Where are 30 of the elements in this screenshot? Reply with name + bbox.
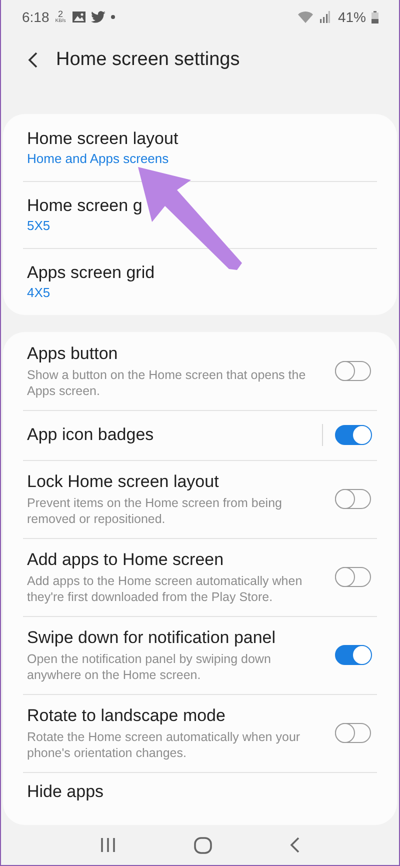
settings-row[interactable]: Swipe down for notification panel Open the notification panel by swiping down anywhere on the Home screen. xyxy=(3,616,397,694)
battery-icon xyxy=(371,10,379,24)
settings-row[interactable]: App icon badges xyxy=(3,410,397,460)
toggle-switch[interactable] xyxy=(335,645,371,665)
settings-row[interactable]: Apps button Show a button on the Home screen that opens the Apps screen. xyxy=(3,332,397,410)
settings-row[interactable]: Add apps to Home screen Add apps to the Home screen automatically when they're first downloaded from the Play Store. xyxy=(3,538,397,616)
back-icon[interactable] xyxy=(28,52,38,68)
settings-row[interactable]: Hide apps xyxy=(3,772,397,812)
bird-icon xyxy=(90,11,106,23)
back-icon[interactable] xyxy=(290,837,300,853)
recent-apps-icon[interactable] xyxy=(100,838,116,852)
toggle-switch[interactable] xyxy=(335,489,371,509)
settings-row[interactable]: Lock Home screen layout Prevent items on the Home screen from being removed or repositioned. xyxy=(3,460,397,538)
settings-row[interactable]: Home screen layout Home and Apps screens xyxy=(3,114,397,181)
settings-row[interactable]: Apps screen grid 4X5 xyxy=(3,248,397,315)
settings-row[interactable]: Rotate to landscape mode Rotate the Home screen automatically when your phone's orientation changes. xyxy=(3,694,397,772)
battery-percent: 41% xyxy=(338,9,366,25)
toggle-switch[interactable] xyxy=(335,567,371,587)
settings-row[interactable]: Home screen g 5X5 xyxy=(3,181,397,248)
dot-icon xyxy=(110,15,115,19)
image-icon xyxy=(72,11,86,23)
toggle-switch[interactable] xyxy=(335,723,371,743)
status-time: 6:18 xyxy=(22,9,50,25)
home-icon[interactable] xyxy=(194,836,212,854)
data-speed: 2 xyxy=(58,10,64,19)
wifi-icon xyxy=(298,11,314,23)
signal-icon xyxy=(318,11,330,23)
toggle-switch[interactable] xyxy=(335,361,371,381)
toggle-switch[interactable] xyxy=(335,425,371,445)
page-title: Home screen settings xyxy=(56,49,240,71)
